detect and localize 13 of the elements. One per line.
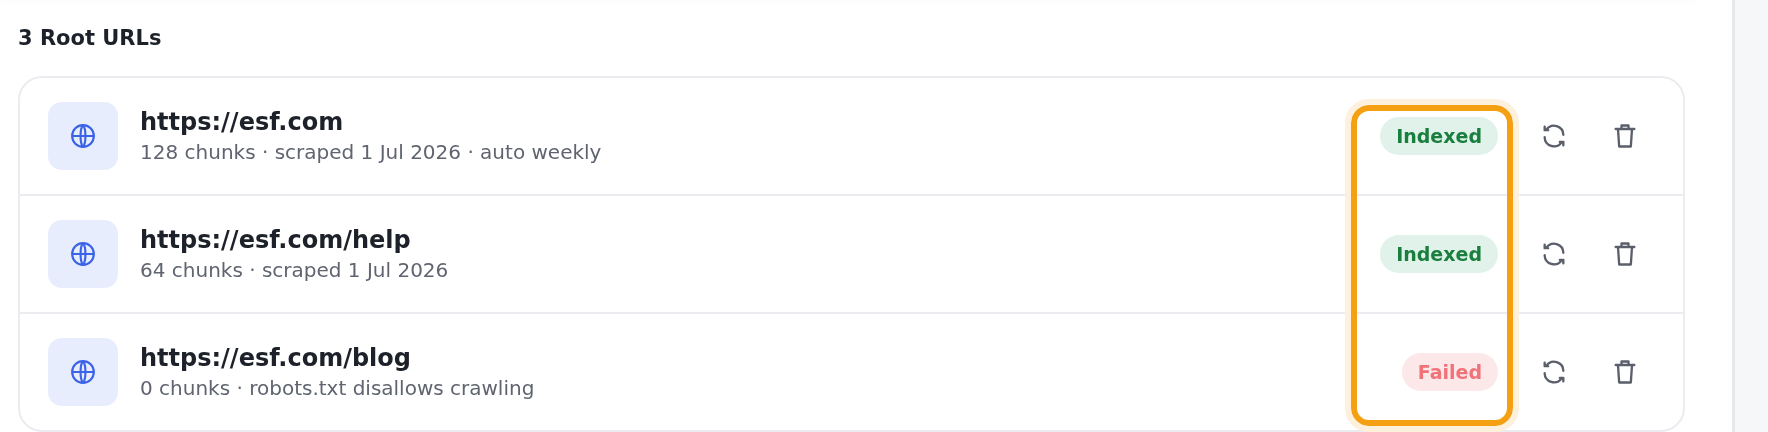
globe-icon bbox=[70, 241, 96, 267]
url-meta: 0 chunks · robots.txt disallows crawling bbox=[140, 376, 536, 400]
url-title: https://esf.com/help bbox=[140, 226, 412, 254]
section-heading: 3 Root URLs bbox=[18, 26, 163, 50]
status-badge: Failed bbox=[1401, 353, 1498, 391]
status-badge: Indexed bbox=[1380, 117, 1498, 155]
url-title: https://esf.com bbox=[140, 108, 345, 136]
globe-icon bbox=[70, 123, 96, 149]
globe-icon bbox=[70, 359, 96, 385]
status-badge: Indexed bbox=[1380, 235, 1498, 273]
url-meta: 64 chunks · scraped 1 Jul 2026 bbox=[140, 258, 450, 282]
url-title: https://esf.com/blog bbox=[140, 344, 412, 372]
url-meta: 128 chunks · scraped 1 Jul 2026 · auto weekly bbox=[140, 140, 603, 164]
